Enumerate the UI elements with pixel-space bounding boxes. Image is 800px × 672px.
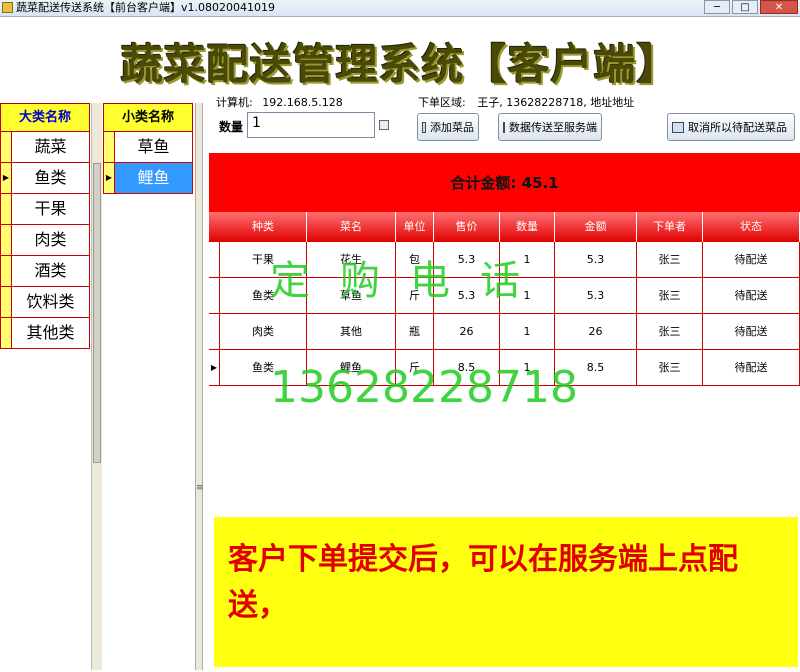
watermark-phone-number: 13628228718	[270, 362, 578, 413]
category-grid: 大类名称 蔬菜 ▶ 鱼类干果肉类酒类饮料类其他类	[0, 103, 90, 670]
column-header[interactable]: 金额	[555, 212, 637, 242]
category-label: 肉类	[34, 230, 67, 249]
column-header[interactable]: 状态	[703, 212, 800, 242]
column-header[interactable]: 售价	[434, 212, 500, 242]
category-row[interactable]: 其他类	[0, 318, 90, 349]
column-header[interactable]: 种类	[220, 212, 307, 242]
row-indicator-icon: ▶	[104, 163, 115, 193]
category-row[interactable]: 干果	[0, 194, 90, 225]
maximize-button[interactable]: □	[732, 0, 758, 14]
order-cell: 瓶	[396, 314, 434, 349]
upload-button[interactable]: 数据传送至服务端	[498, 113, 602, 141]
category-label: 蔬菜	[34, 137, 67, 156]
order-cell: 5.3	[555, 278, 637, 313]
order-cell: 待配送	[703, 314, 800, 349]
category-label: 饮料类	[26, 292, 75, 311]
row-indicator-icon: ▶	[1, 163, 12, 193]
total-amount-bar: 合计金额: 45.1	[209, 153, 800, 212]
splitter-grip-icon: ≡	[196, 483, 204, 493]
row-indicator-icon: ▶	[209, 350, 220, 385]
upload-icon	[503, 121, 505, 133]
category-scrollbar-thumb[interactable]	[93, 163, 101, 463]
order-cell: 其他	[307, 314, 396, 349]
region-label: 下单区域:	[418, 96, 466, 109]
category-label: 干果	[34, 199, 67, 218]
row-indicator-icon	[1, 287, 12, 317]
order-cell: 26	[555, 314, 637, 349]
watermark-phone-label: 定购电话	[270, 258, 550, 304]
column-header[interactable]: 菜名	[307, 212, 396, 242]
column-header[interactable]: 数量	[500, 212, 555, 242]
column-header[interactable]: 单位	[396, 212, 434, 242]
row-indicator-icon	[1, 225, 12, 255]
category-row[interactable]: 饮料类	[0, 287, 90, 318]
category-row[interactable]: 蔬菜	[0, 132, 90, 163]
subcategory-row[interactable]: 草鱼	[103, 132, 193, 163]
subcategory-grid: 小类名称 草鱼 ▶ 鲤鱼	[103, 103, 193, 195]
computer-info: 计算机: 192.168.5.128	[216, 94, 343, 110]
order-table-header: 种类 菜名 单位 售价 数量 金额 下单者 状态	[209, 212, 800, 242]
row-indicator-icon	[1, 256, 12, 286]
computer-label: 计算机:	[216, 96, 253, 109]
order-cell: 肉类	[220, 314, 307, 349]
order-row[interactable]: 肉类 其他瓶 26 1 26 张三 待配送	[209, 314, 800, 350]
panel-splitter[interactable]: ≡	[195, 103, 204, 670]
region-value: 王子, 13628228718, 地址地址	[477, 96, 635, 109]
header-indicator-spacer	[209, 212, 220, 242]
order-cell: 26	[434, 314, 500, 349]
quantity-label: 数量	[219, 120, 244, 134]
order-cell: 5.3	[555, 242, 637, 277]
quantity-input[interactable]: 1	[247, 112, 375, 138]
app-icon	[2, 2, 13, 13]
order-cell: 张三	[637, 278, 703, 313]
category-row[interactable]: ▶ 鱼类	[0, 163, 90, 194]
category-label: 鱼类	[34, 168, 67, 187]
add-dish-label: 添加菜品	[430, 121, 474, 134]
add-dish-button[interactable]: 添加菜品	[417, 113, 479, 141]
row-indicator-icon	[1, 132, 12, 162]
subcategory-row[interactable]: ▶ 鲤鱼	[103, 163, 193, 194]
banner: 蔬菜配送管理系统【客户端】	[0, 17, 800, 89]
order-cell: 待配送	[703, 278, 800, 313]
order-cell: 待配送	[703, 242, 800, 277]
subcategory-label: 鲤鱼	[115, 163, 192, 193]
banner-headline: 蔬菜配送管理系统【客户端】	[120, 40, 680, 89]
window-titlebar: 蔬菜配送传送系统【前台客户端】v1.08020041019 ─ □ ✕	[0, 0, 800, 17]
category-label: 其他类	[26, 323, 75, 342]
window-controls: ─ □ ✕	[704, 0, 798, 14]
row-indicator-icon	[104, 132, 115, 162]
subcategory-grid-header: 小类名称	[103, 103, 193, 132]
row-indicator-icon	[209, 314, 220, 349]
order-cell: 张三	[637, 242, 703, 277]
add-icon	[422, 121, 426, 133]
row-indicator-icon	[209, 242, 220, 277]
computer-value: 192.168.5.128	[262, 96, 343, 109]
category-label: 酒类	[34, 261, 67, 280]
cancel-all-label: 取消所以待配送菜品	[688, 121, 787, 134]
row-indicator-icon	[1, 194, 12, 224]
order-cell: 张三	[637, 350, 703, 385]
category-scrollbar[interactable]	[91, 103, 102, 670]
notice-text: 客户下单提交后，可以在服务端上点配送，	[228, 542, 738, 623]
order-cell: 1	[500, 314, 555, 349]
row-indicator-icon	[1, 318, 12, 348]
column-header[interactable]: 下单者	[637, 212, 703, 242]
window-title: 蔬菜配送传送系统【前台客户端】v1.08020041019	[16, 1, 275, 14]
upload-label: 数据传送至服务端	[509, 121, 597, 134]
total-amount-text: 合计金额: 45.1	[450, 174, 559, 192]
close-button[interactable]: ✕	[760, 0, 798, 14]
cancel-all-button[interactable]: 取消所以待配送菜品	[667, 113, 795, 141]
subcategory-label: 草鱼	[137, 137, 170, 156]
calculator-icon[interactable]	[379, 120, 389, 130]
cancel-icon	[672, 121, 684, 133]
row-indicator-icon	[209, 278, 220, 313]
notice-box: 客户下单提交后，可以在服务端上点配送，	[214, 517, 798, 667]
category-grid-header: 大类名称	[0, 103, 90, 132]
category-row[interactable]: 酒类	[0, 256, 90, 287]
region-info: 下单区域: 王子, 13628228718, 地址地址	[418, 94, 634, 110]
order-cell: 待配送	[703, 350, 800, 385]
order-cell: 张三	[637, 314, 703, 349]
minimize-button[interactable]: ─	[704, 0, 730, 14]
category-row[interactable]: 肉类	[0, 225, 90, 256]
